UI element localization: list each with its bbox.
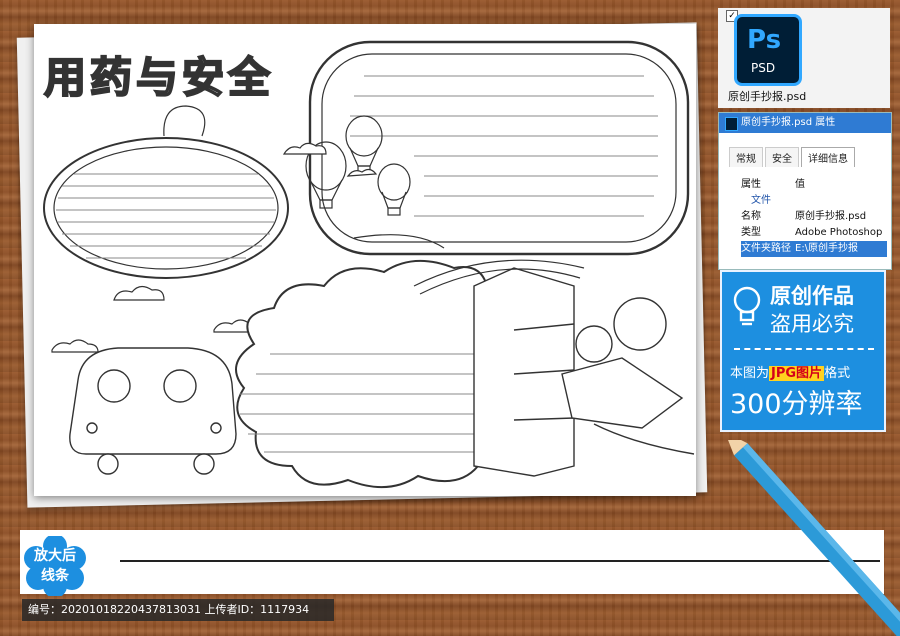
photoshop-file-icon: Ps PSD — [734, 14, 802, 86]
photoshop-mini-icon — [725, 117, 738, 131]
properties-dialog: 原创手抄报.psd 属性 常规 安全 详细信息 属性 值 文件 名称 原创手抄报… — [718, 112, 892, 270]
banner-line-2: 盗用必究 — [770, 312, 854, 336]
ps-icon-label: Ps — [747, 25, 782, 55]
footer-id-bar: 编号：20201018220437813031 上传者ID：1117934 — [22, 599, 334, 621]
rounded-frame-outer — [308, 40, 690, 256]
oval-frame-outer — [43, 137, 289, 279]
kids-reading — [561, 297, 695, 455]
table-header: 属性 值 — [741, 177, 887, 193]
header-value: 值 — [795, 179, 805, 190]
rounded-writing-lines — [350, 75, 658, 217]
format-prefix: 本图为 — [730, 366, 770, 381]
badge-line-2: 线条 — [41, 568, 69, 584]
handout-title: 用药与安全 — [43, 52, 275, 103]
original-work-banner: 原创作品 盗用必究 本图为 JPG图片 格式 300分辨率 — [720, 270, 886, 432]
row-key: 文件夹路径 — [741, 243, 791, 254]
pencil-icon — [724, 440, 900, 636]
row-value: E:\原创手抄报 — [795, 243, 859, 254]
tab-security[interactable]: 安全 — [765, 147, 799, 167]
hanger-loop — [163, 105, 206, 137]
rounded-frame-inner — [321, 53, 677, 243]
banner-divider — [734, 348, 874, 350]
row-value: 原创手抄报.psd — [795, 211, 867, 222]
header-key: 属性 — [741, 179, 761, 190]
details-table: 属性 值 文件 名称 原创手抄报.psd 类型 Adobe Photoshop … — [741, 177, 887, 257]
tab-general[interactable]: 常规 — [729, 147, 763, 167]
oval-writing-lines — [56, 173, 276, 259]
handout-sheet: 用药与安全 — [34, 24, 696, 496]
properties-title: 原创手抄报.psd 属性 — [741, 117, 836, 128]
zoom-badge: 放大后 线条 — [20, 536, 90, 596]
banner-resolution: 300分辨率 — [730, 389, 863, 420]
badge-line-1: 放大后 — [34, 548, 76, 564]
format-highlight: JPG图片 — [769, 366, 825, 381]
banner-format-line: 本图为 JPG图片 格式 — [730, 362, 850, 381]
section-file: 文件 — [751, 195, 771, 206]
banner-line-1: 原创作品 — [770, 284, 854, 308]
row-value: Adobe Photoshop — [795, 227, 883, 238]
psd-icon-label: PSD — [751, 61, 776, 75]
format-suffix: 格式 — [824, 366, 851, 381]
tab-details[interactable]: 详细信息 — [801, 147, 855, 167]
badge-text: 放大后 线条 — [20, 546, 90, 586]
table-row[interactable]: 名称 原创手抄报.psd — [741, 209, 887, 225]
car-with-kids — [69, 347, 237, 475]
bookshelf — [473, 267, 575, 477]
properties-title-bar: 原创手抄报.psd 属性 — [719, 113, 891, 133]
row-key: 类型 — [741, 227, 761, 238]
oval-frame-inner — [53, 146, 279, 270]
row-key: 名称 — [741, 211, 761, 222]
psd-file-item[interactable]: ✓ Ps PSD 原创手抄报.psd — [718, 8, 890, 108]
table-row[interactable]: 类型 Adobe Photoshop — [741, 225, 887, 241]
ps-file-panel: ✓ Ps PSD 原创手抄报.psd 原创手抄报.psd 属性 常规 安全 详细… — [718, 8, 892, 432]
table-row-selected[interactable]: 文件夹路径 E:\原创手抄报 — [741, 241, 887, 257]
file-name-label: 原创手抄报.psd — [728, 90, 807, 103]
properties-tabs: 常规 安全 详细信息 — [729, 147, 857, 167]
lightbulb-icon — [733, 286, 761, 326]
